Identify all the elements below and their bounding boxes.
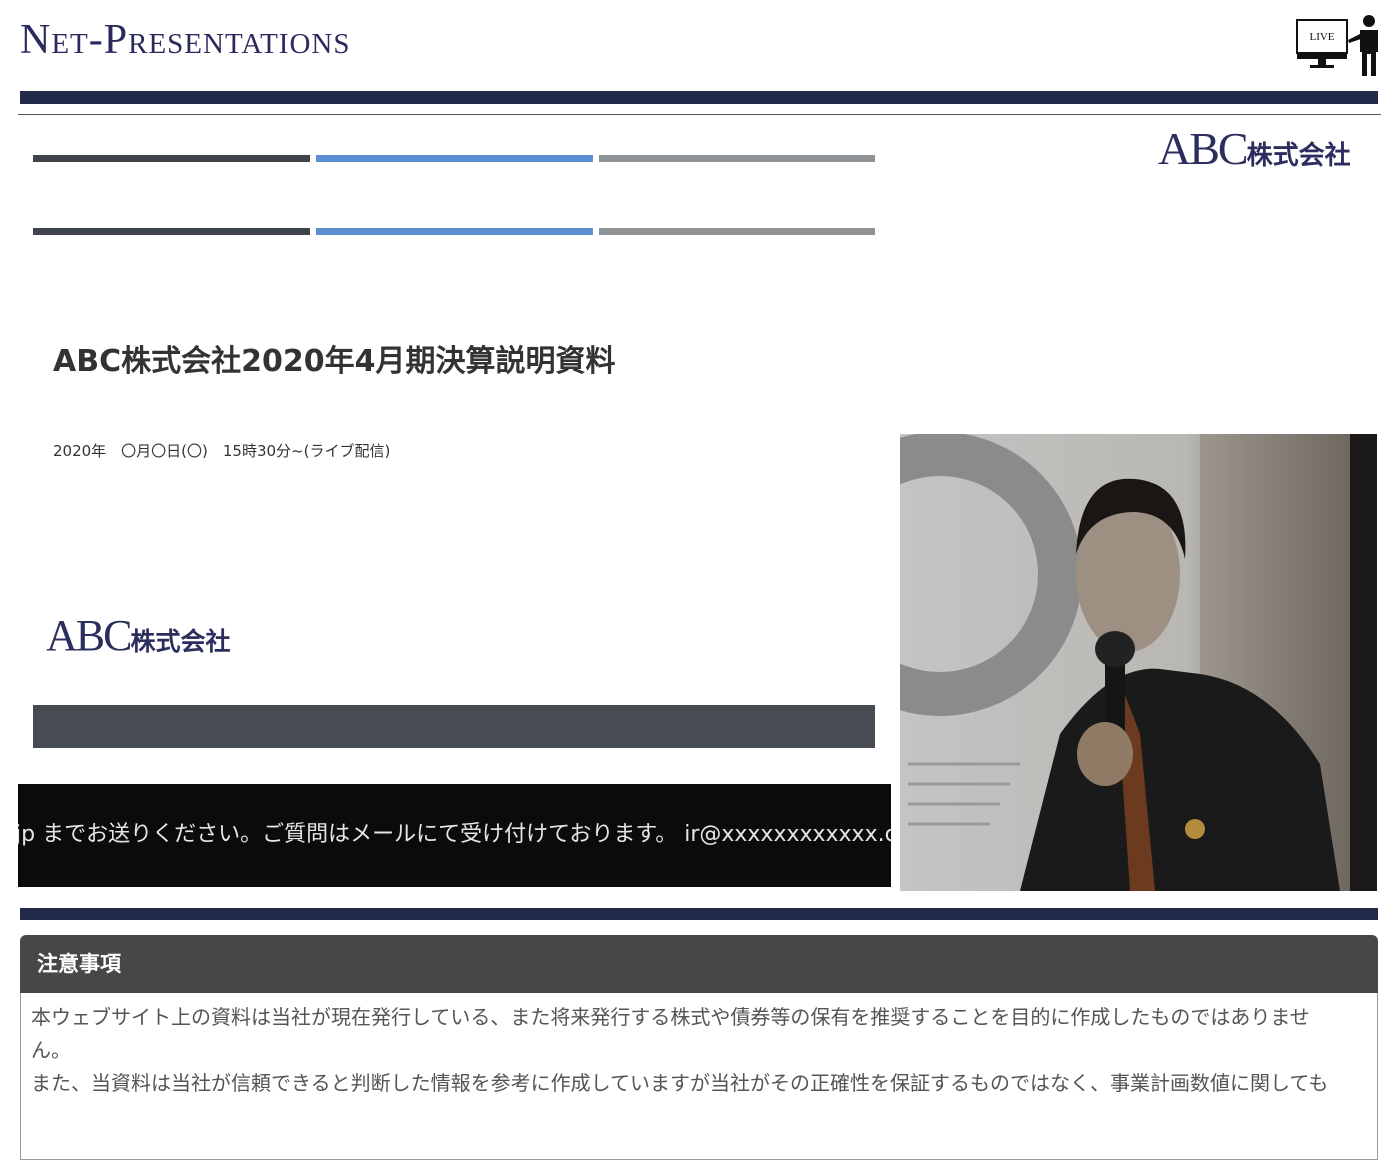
slide-date: 2020年 〇月〇日(〇) 15時30分~(ライブ配信) <box>53 442 391 460</box>
notice-line: 本ウェブサイト上の資料は当社が現在発行している、また将来発行する株式や債券等の保… <box>31 1005 1310 1029</box>
slide-stripe-dark <box>33 155 310 162</box>
notice-body: 本ウェブサイト上の資料は当社が現在発行している、また将来発行する株式や債券等の保… <box>20 993 1378 1160</box>
header-thin-line <box>18 114 1381 115</box>
company-logo-slide: ABC株式会社 <box>46 611 231 660</box>
slide-title: ABC株式会社2020年4月期決算説明資料 <box>53 344 616 379</box>
section-divider-bar <box>20 908 1378 920</box>
site-logo[interactable]: Net-Presentations <box>20 14 350 66</box>
slide-stripe-dark <box>33 228 310 235</box>
notice-panel: 注意事項 本ウェブサイト上の資料は当社が現在発行している、また将来発行する株式や… <box>20 935 1378 1160</box>
header-divider-bar <box>20 91 1378 104</box>
notice-heading: 注意事項 <box>20 935 1378 993</box>
live-label: LIVE <box>1309 31 1334 43</box>
notice-line: ん。 <box>31 1038 71 1062</box>
notice-line: また、当資料は当社が信頼できると判断した情報を参考に作成していますが当社がその正… <box>31 1071 1329 1095</box>
question-ticker: jp までお送りください。ご質問はメールにて受け付けております。 ir@xxxx… <box>18 784 891 887</box>
slide-stripe-gray <box>599 155 875 162</box>
slide-footer-bar <box>33 705 875 748</box>
ticker-text: jp までお送りください。ご質問はメールにて受け付けております。 ir@xxxx… <box>18 822 891 847</box>
live-presenter-icon: LIVE <box>1294 12 1384 78</box>
slide-stripe-blue <box>316 228 593 235</box>
slide-stripe-blue <box>316 155 593 162</box>
presentation-slide: ABC株式会社2020年4月期決算説明資料 2020年 〇月〇日(〇) 15時3… <box>18 118 891 784</box>
company-logo-top: ABC株式会社 <box>1158 123 1351 174</box>
presenter-video[interactable] <box>900 434 1377 891</box>
slide-stripe-gray <box>599 228 875 235</box>
